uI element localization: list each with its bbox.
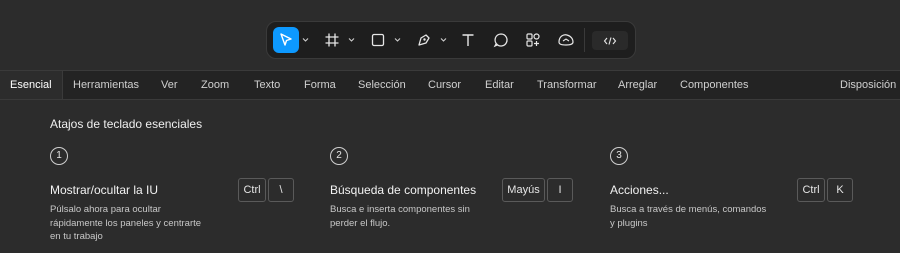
section-title: Atajos de teclado esenciales <box>50 117 203 131</box>
dev-mode-toggle[interactable] <box>592 31 628 50</box>
key-ctrl: Ctrl <box>238 178 266 202</box>
chevron-down-icon[interactable] <box>394 37 401 43</box>
tab-esencial[interactable]: Esencial <box>0 71 63 99</box>
frame-tool-button[interactable] <box>320 27 344 53</box>
comment-icon <box>493 33 508 48</box>
actions-icon <box>526 33 540 47</box>
shortcut-title: Acciones... <box>610 183 669 197</box>
actions-button[interactable] <box>521 27 545 53</box>
shortcut-description: Púlsalo ahora para ocultar rápidamente l… <box>50 204 202 242</box>
key-k: K <box>827 178 853 202</box>
tab-herramientas[interactable]: Herramientas <box>73 71 139 99</box>
shortcut-description: Busca e inserta componentes sin perder e… <box>330 204 470 229</box>
pen-tool-button[interactable] <box>412 27 436 53</box>
tab-forma[interactable]: Forma <box>304 71 336 99</box>
shortcut-description: Busca a través de menús, comandos y plug… <box>610 204 767 229</box>
toolbar-divider <box>584 28 585 52</box>
text-icon <box>462 34 474 46</box>
rectangle-icon <box>371 33 385 47</box>
text-tool-button[interactable] <box>456 27 480 53</box>
chevron-down-icon[interactable] <box>440 37 447 43</box>
tab-zoom[interactable]: Zoom <box>201 71 229 99</box>
tab-disposicion[interactable]: Disposición <box>840 71 896 99</box>
tab-componentes[interactable]: Componentes <box>680 71 749 99</box>
tab-bar: Esencial Herramientas Ver Zoom Texto For… <box>0 70 900 100</box>
tab-cursor[interactable]: Cursor <box>428 71 461 99</box>
figjam-icon <box>558 34 574 46</box>
frame-icon <box>325 33 339 47</box>
key-ctrl: Ctrl <box>797 178 825 202</box>
tab-editar[interactable]: Editar <box>485 71 514 99</box>
chevron-down-icon[interactable] <box>302 37 309 43</box>
key-mayus: Mayús <box>502 178 545 202</box>
tab-texto[interactable]: Texto <box>254 71 280 99</box>
step-number: 1 <box>50 147 68 165</box>
figjam-button[interactable] <box>554 27 578 53</box>
tab-transformar[interactable]: Transformar <box>537 71 597 99</box>
move-tool-button[interactable] <box>273 27 299 53</box>
dev-mode-icon <box>603 36 617 45</box>
step-number: 2 <box>330 147 348 165</box>
tab-ver[interactable]: Ver <box>161 71 178 99</box>
tab-seleccion[interactable]: Selección <box>358 71 406 99</box>
key-i: I <box>547 178 573 202</box>
key-backslash: \ <box>268 178 294 202</box>
step-number: 3 <box>610 147 628 165</box>
shape-tool-button[interactable] <box>366 27 390 53</box>
chevron-down-icon[interactable] <box>348 37 355 43</box>
move-cursor-icon <box>280 33 292 46</box>
shortcut-title: Mostrar/ocultar la IU <box>50 183 159 197</box>
tab-arreglar[interactable]: Arreglar <box>618 71 657 99</box>
shortcut-title: Búsqueda de componentes <box>330 183 477 197</box>
pen-icon <box>418 34 430 46</box>
comment-tool-button[interactable] <box>489 27 513 53</box>
